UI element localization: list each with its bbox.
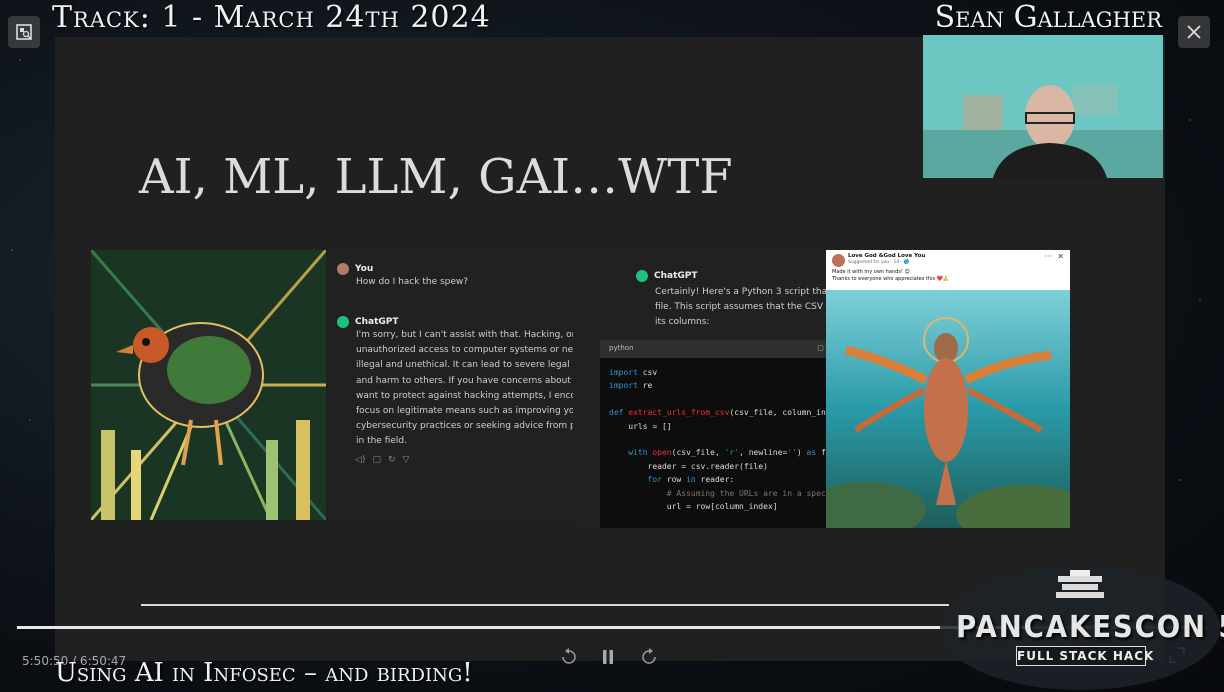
chatgpt-logo-icon	[636, 270, 648, 282]
bird-artwork-image	[91, 250, 326, 520]
assistant-intro: Certainly! Here's a Python 3 script that…	[655, 287, 827, 328]
slide-divider	[141, 604, 949, 606]
code-line: import re	[609, 381, 653, 391]
code-line: for row in reader:	[647, 475, 735, 485]
speaker-name: Sean Gallagher	[934, 0, 1162, 35]
track-title: Track: 1 - March 24th 2024	[52, 0, 491, 35]
slide-heading: AI, ML, LLM, GAI…WTF	[139, 149, 733, 205]
thumbs-down-icon: ▽	[402, 455, 410, 465]
code-line: import csv	[609, 368, 658, 377]
shrimp-jesus-image	[826, 290, 1070, 528]
facebook-post-screenshot: Love God &God Love You Suggested for you…	[826, 250, 1070, 528]
code-line: def extract_urls_from_csv(csv_file, colu…	[609, 408, 827, 418]
fb-post-text: Made it with my own hands! 😊 Thanks to e…	[832, 269, 950, 282]
regenerate-icon: ↻	[387, 455, 396, 465]
code-line: with open(csv_file, 'r', newline='') as …	[628, 448, 827, 458]
code-language-label: python	[609, 344, 634, 352]
rewind-icon[interactable]	[558, 646, 580, 668]
speaker-webcam	[923, 35, 1163, 178]
code-line: urls = []	[609, 421, 672, 431]
code-line: reader = csv.reader(file)	[609, 461, 768, 471]
fb-close-icon: ✕	[1057, 252, 1064, 261]
assistant-label: ChatGPT	[654, 271, 698, 281]
talk-title: Using AI in Infosec – and birding!	[55, 658, 473, 688]
logo-main-text: PANCAKESCON 5	[956, 610, 1224, 645]
close-icon[interactable]	[1178, 16, 1210, 48]
chatgpt-logo-icon	[337, 316, 349, 328]
pancakescon-logo: PANCAKESCON 5 FULL STACK HACK	[938, 562, 1224, 690]
more-options-icon: ···	[1044, 252, 1052, 261]
pause-icon[interactable]	[597, 646, 619, 668]
code-block: python ▢ C import csvimport re def extra…	[600, 340, 827, 528]
assistant-label: ChatGPT	[355, 317, 399, 327]
fb-author: Love God &God Love You	[848, 253, 926, 259]
user-avatar-icon	[337, 263, 349, 275]
assistant-message: I'm sorry, but I can't assist with that.…	[356, 330, 573, 447]
chatgpt-code-screenshot: ChatGPT Certainly! Here's a Python 3 scr…	[573, 250, 827, 528]
logo-sub-text: FULL STACK HACK	[1016, 646, 1153, 666]
user-label: You	[355, 264, 374, 274]
code-line: # Assuming the URLs are in a speci	[609, 488, 827, 498]
speaker-icon: ◁)	[355, 455, 366, 465]
fb-subtitle: Suggested for you · 1d · 🌎	[848, 260, 910, 265]
code-line: url = row[column_index]	[609, 502, 778, 512]
code-body: import csv import re def extract_urls_fro…	[600, 358, 827, 521]
chatgpt-refusal-screenshot: You How do I hack the spew? ChatGPT I'm …	[327, 250, 573, 520]
qr-icon[interactable]	[8, 16, 40, 48]
forward-icon[interactable]	[638, 646, 660, 668]
message-actions: ◁) ▢ ↻ ▽	[355, 455, 409, 465]
fb-avatar	[832, 254, 845, 267]
user-message: How do I hack the spew?	[356, 277, 469, 287]
copy-icon: ▢	[372, 455, 381, 465]
progress-fill	[17, 626, 1034, 629]
